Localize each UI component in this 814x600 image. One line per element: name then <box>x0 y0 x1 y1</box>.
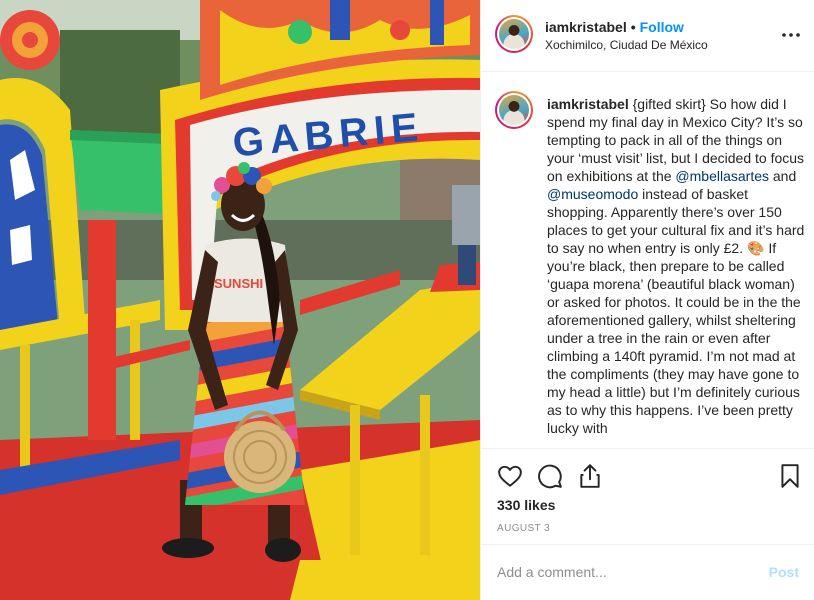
comment-bubble-icon[interactable] <box>537 463 563 489</box>
post-comment-button[interactable]: Post <box>769 564 799 580</box>
add-comment-bar: Post <box>481 544 814 600</box>
post-photo[interactable]: GABRIE SUNSHI <box>0 0 480 600</box>
bookmark-icon[interactable] <box>777 463 803 489</box>
caption-text: iamkristabel {gifted skirt} So how did I… <box>547 95 805 437</box>
separator-dot: • <box>630 19 636 35</box>
caption-avatar[interactable] <box>495 91 533 129</box>
more-options-icon[interactable] <box>781 26 801 44</box>
caption-part-3: instead of basket shopping. Apparently t… <box>547 186 805 436</box>
follow-button[interactable]: Follow <box>640 19 684 35</box>
post-detail-panel: iamkristabel • Follow Xochimilco, Ciudad D… <box>480 0 814 600</box>
header-username-row: iamkristabel • Follow <box>545 19 684 35</box>
mention-mbellasartes[interactable]: @mbellasartes <box>675 168 769 184</box>
caption-part-2: and <box>769 168 797 184</box>
comment-input[interactable] <box>497 560 747 584</box>
caption-username-link[interactable]: iamkristabel <box>547 96 629 112</box>
location-link[interactable]: Xochimilco, Ciudad De México <box>545 38 708 52</box>
likes-count[interactable]: 330 likes <box>497 497 555 513</box>
caption-avatar-image <box>499 95 529 125</box>
post-header: iamkristabel • Follow Xochimilco, Ciudad D… <box>481 0 814 72</box>
username-link[interactable]: iamkristabel <box>545 19 627 35</box>
share-upload-icon[interactable] <box>577 463 603 489</box>
mention-museomodo[interactable]: @museomodo <box>547 186 638 202</box>
post-date[interactable]: AUGUST 3 <box>497 523 550 534</box>
avatar-image <box>499 19 529 49</box>
heart-icon[interactable] <box>497 463 523 489</box>
trajinera-photo-illustration: GABRIE SUNSHI <box>0 0 480 600</box>
caption-section: iamkristabel {gifted skirt} So how did I… <box>481 73 814 447</box>
shirt-text: SUNSHI <box>214 276 263 291</box>
avatar[interactable] <box>495 15 533 53</box>
